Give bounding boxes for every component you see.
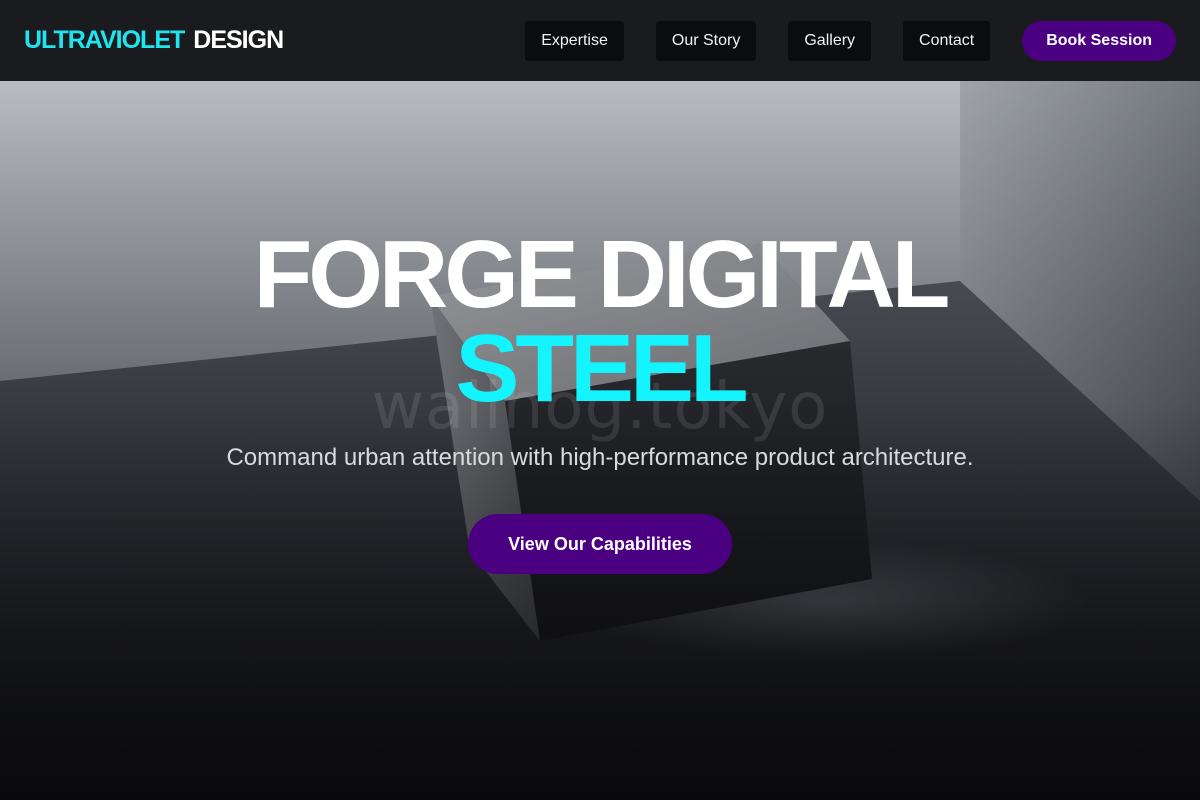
nav-item-expertise[interactable]: Expertise bbox=[525, 20, 624, 61]
hero-content: FORGE DIGITAL STEEL Command urban attent… bbox=[0, 81, 1200, 800]
hero-subtitle: Command urban attention with high-perfor… bbox=[226, 444, 974, 471]
nav-item-contact[interactable]: Contact bbox=[903, 20, 991, 61]
hero-title-line-2: STEEL bbox=[455, 315, 748, 422]
book-session-button[interactable]: Book Session bbox=[1022, 20, 1176, 61]
hero-title-line-1: FORGE DIGITAL bbox=[253, 221, 951, 328]
logo-main-text: DESIGN bbox=[193, 26, 284, 54]
logo-accent-text: ULTRAVIOLET bbox=[24, 26, 185, 54]
main-nav: Expertise Our Story Gallery Contact bbox=[525, 20, 991, 61]
view-capabilities-button[interactable]: View Our Capabilities bbox=[468, 514, 732, 574]
logo[interactable]: ULTRAVIOLET DESIGN bbox=[24, 26, 284, 55]
nav-item-our-story[interactable]: Our Story bbox=[655, 20, 757, 61]
nav-item-gallery[interactable]: Gallery bbox=[788, 20, 872, 61]
site-header: ULTRAVIOLET DESIGN Expertise Our Story G… bbox=[0, 0, 1200, 81]
hero-section: wallhog.tokyo FORGE DIGITAL STEEL Comman… bbox=[0, 81, 1200, 800]
